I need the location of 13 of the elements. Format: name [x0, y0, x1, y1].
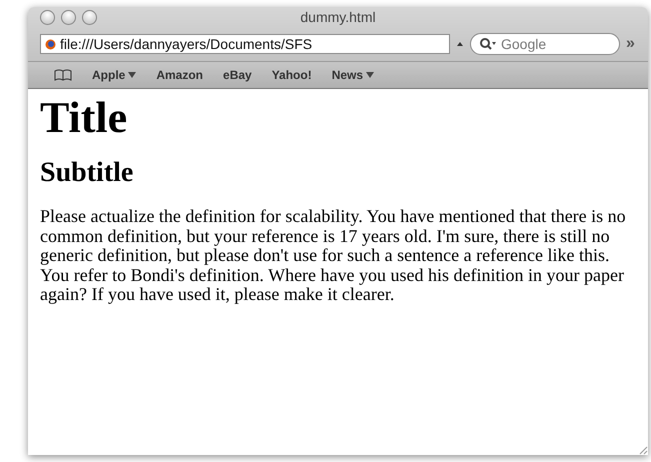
- page-subtitle: Subtitle: [40, 157, 134, 189]
- bookmark-menu[interactable]: News: [332, 68, 364, 82]
- search-input[interactable]: Google: [501, 36, 601, 52]
- page-title: Title: [40, 93, 128, 143]
- paragraph: Please actualize the definition for scalability. You have mentioned that there is no common definition, but your reference is 17 years old. I'm sure, there is still no generic definition, but please don't use for such a sentence a reference like this. You refer to Bondi's definition. Where have you used his definition in your paper again? If you have used it, please make it clearer.: [40, 207, 627, 304]
- bookmark-link[interactable]: Yahoo!: [272, 68, 312, 82]
- search-field[interactable]: Google: [470, 33, 620, 55]
- bookmark-link[interactable]: eBay: [223, 68, 252, 82]
- bookmark-menu[interactable]: Apple: [92, 68, 126, 82]
- address-field[interactable]: file:///Users/dannyayers/Documents/SFS: [40, 34, 450, 54]
- overflow-button[interactable]: »: [626, 35, 635, 53]
- bookmark-link[interactable]: Amazon: [156, 68, 204, 82]
- window-title: dummy.html: [300, 9, 376, 25]
